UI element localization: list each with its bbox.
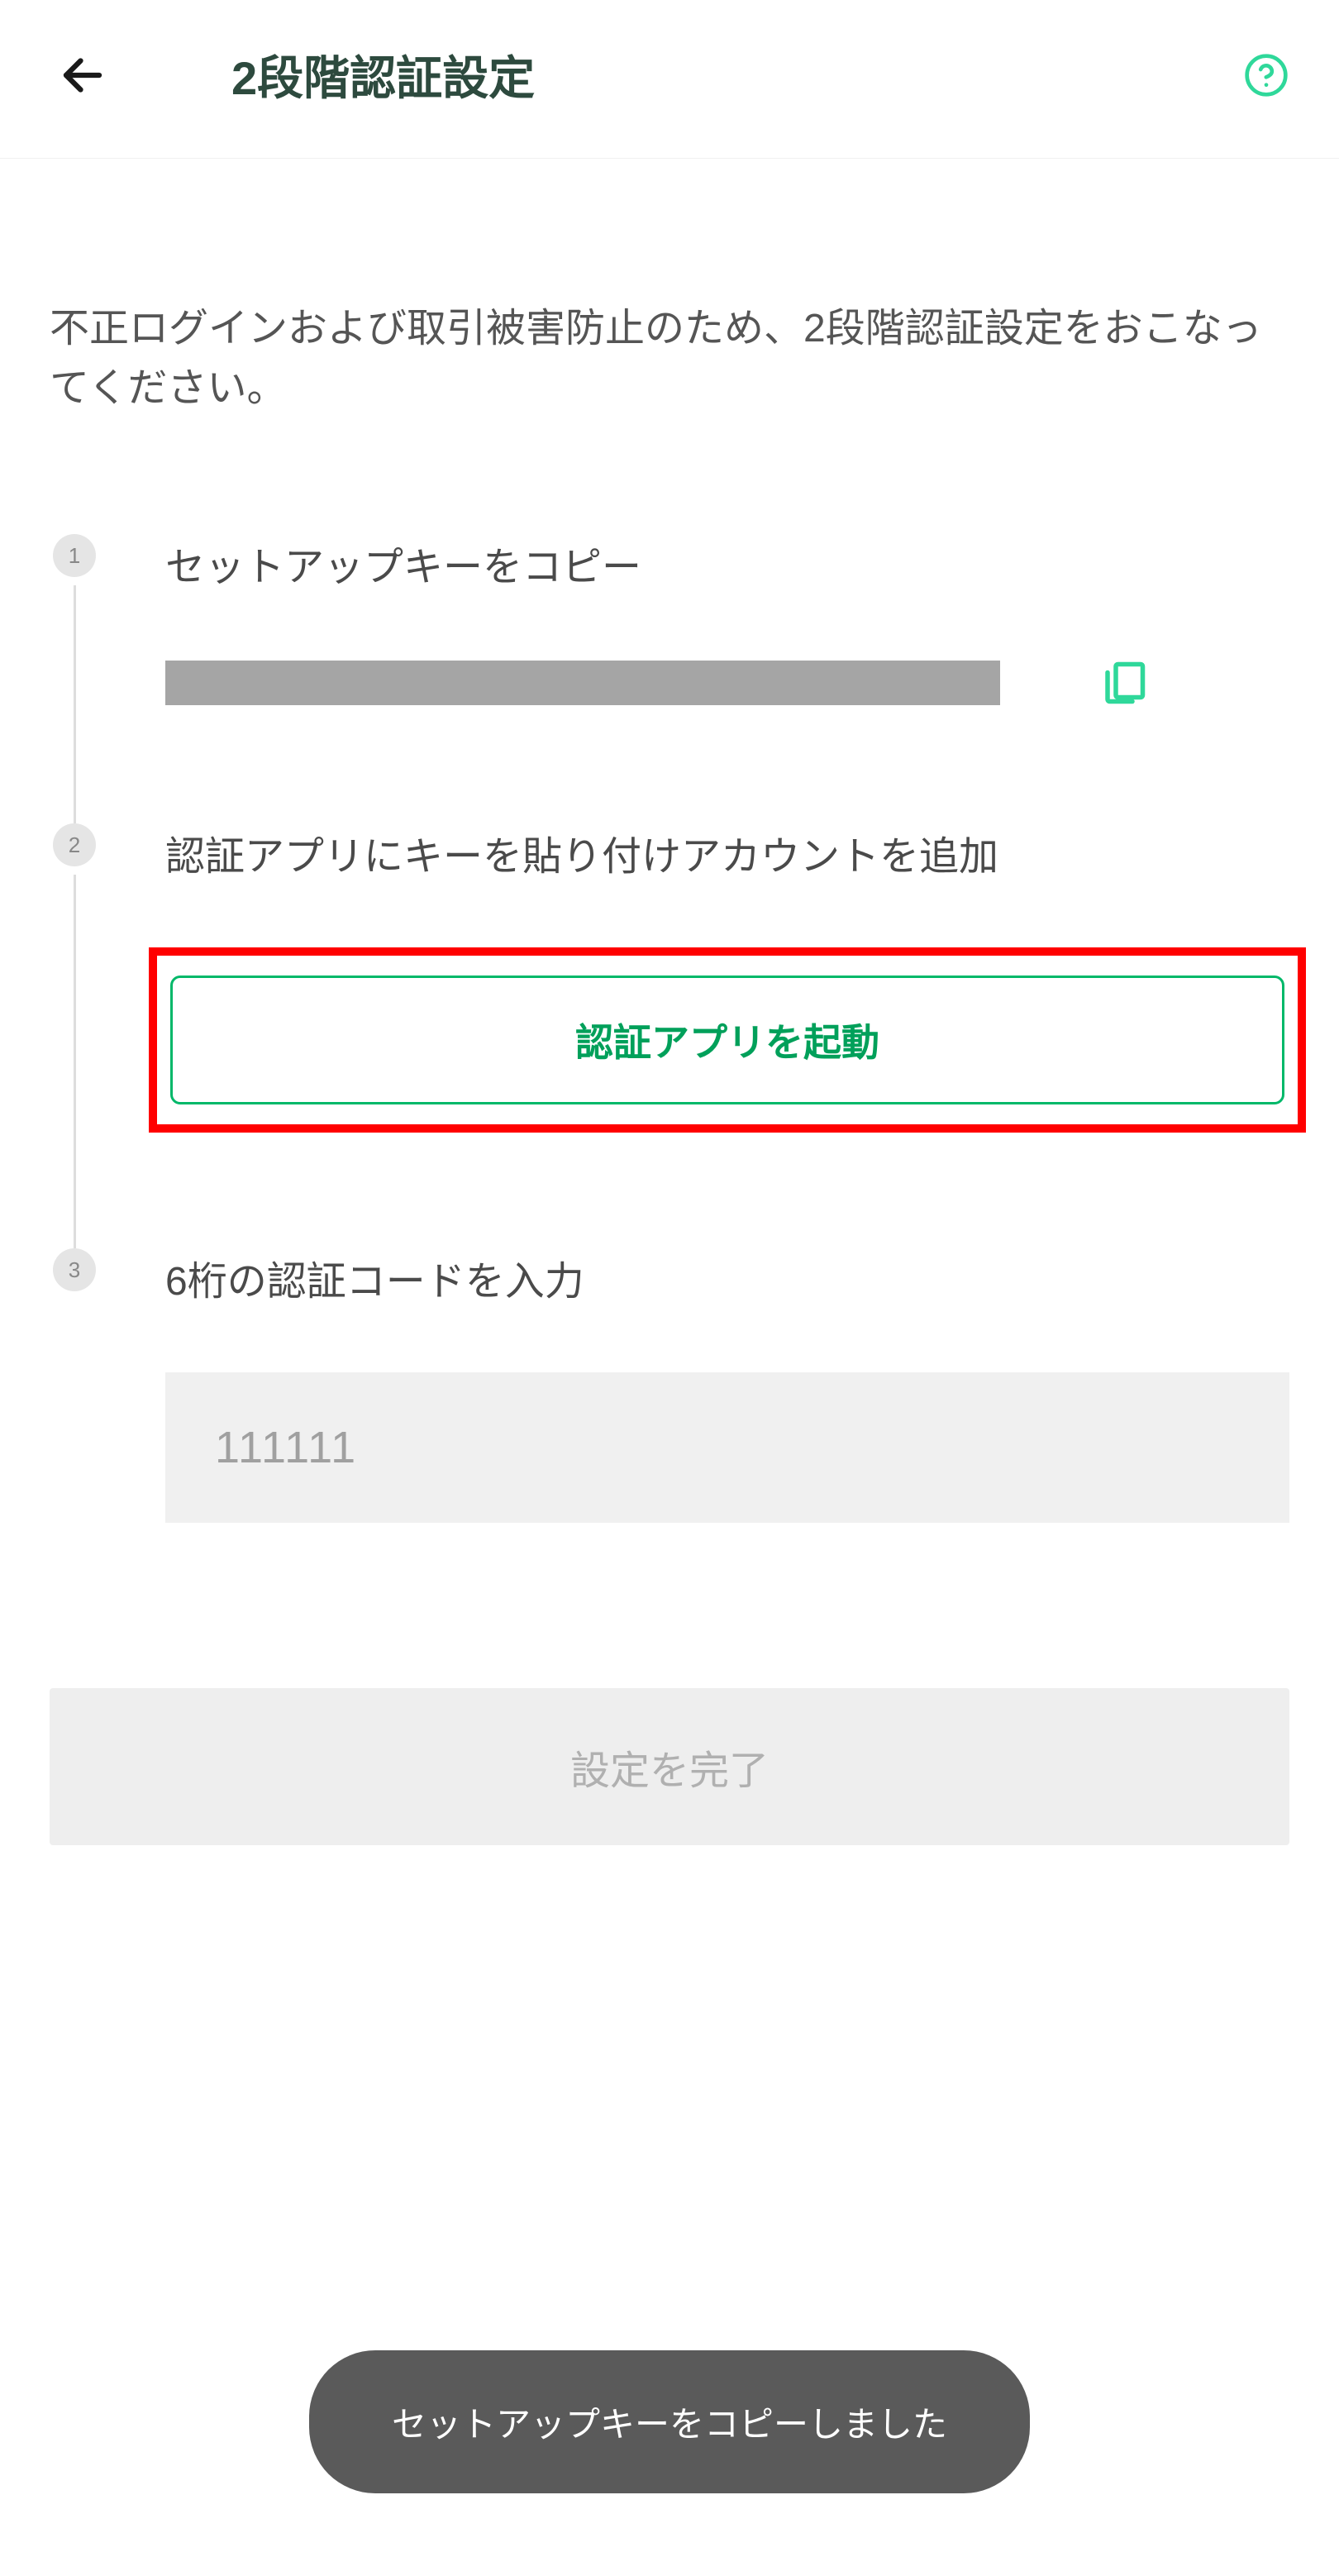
auth-code-input[interactable] <box>165 1372 1289 1523</box>
step-title: 認証アプリにキーを貼り付けアカウントを追加 <box>165 823 1289 881</box>
setup-key-redacted <box>165 661 1000 705</box>
complete-setup-button[interactable]: 設定を完了 <box>50 1688 1289 1845</box>
arrow-left-icon <box>58 50 107 100</box>
step-title: セットアップキーをコピー <box>165 534 1289 592</box>
help-button[interactable] <box>1243 52 1289 98</box>
step-connector-line <box>74 875 76 1248</box>
step-number-badge: 1 <box>53 534 96 577</box>
step-1: 1 セットアップキーをコピー <box>50 534 1289 823</box>
page-title: 2段階認証設定 <box>231 41 535 108</box>
toast-notification: セットアップキーをコピーしました <box>309 2350 1030 2493</box>
copy-icon <box>1099 658 1149 708</box>
step-3: 3 6桁の認証コードを入力 <box>50 1248 1289 1523</box>
step-2: 2 認証アプリにキーを貼り付けアカウントを追加 認証アプリを起動 <box>50 823 1289 1248</box>
copy-button[interactable] <box>1099 658 1149 708</box>
main-content: 不正ログインおよび取引被害防止のため、2段階認証設定をおこなってください。 1 … <box>0 159 1339 1523</box>
help-circle-icon <box>1243 52 1289 98</box>
back-button[interactable] <box>50 42 116 108</box>
description-text: 不正ログインおよび取引被害防止のため、2段階認証設定をおこなってください。 <box>50 299 1289 418</box>
highlight-annotation: 認証アプリを起動 <box>149 947 1306 1133</box>
step-number-badge: 3 <box>53 1248 96 1291</box>
step-number-badge: 2 <box>53 823 96 866</box>
step-connector-line <box>74 585 76 823</box>
page-header: 2段階認証設定 <box>0 0 1339 159</box>
steps-list: 1 セットアップキーをコピー 2 <box>50 534 1289 1523</box>
launch-auth-app-button[interactable]: 認証アプリを起動 <box>170 976 1284 1104</box>
step-title: 6桁の認証コードを入力 <box>165 1248 1289 1306</box>
